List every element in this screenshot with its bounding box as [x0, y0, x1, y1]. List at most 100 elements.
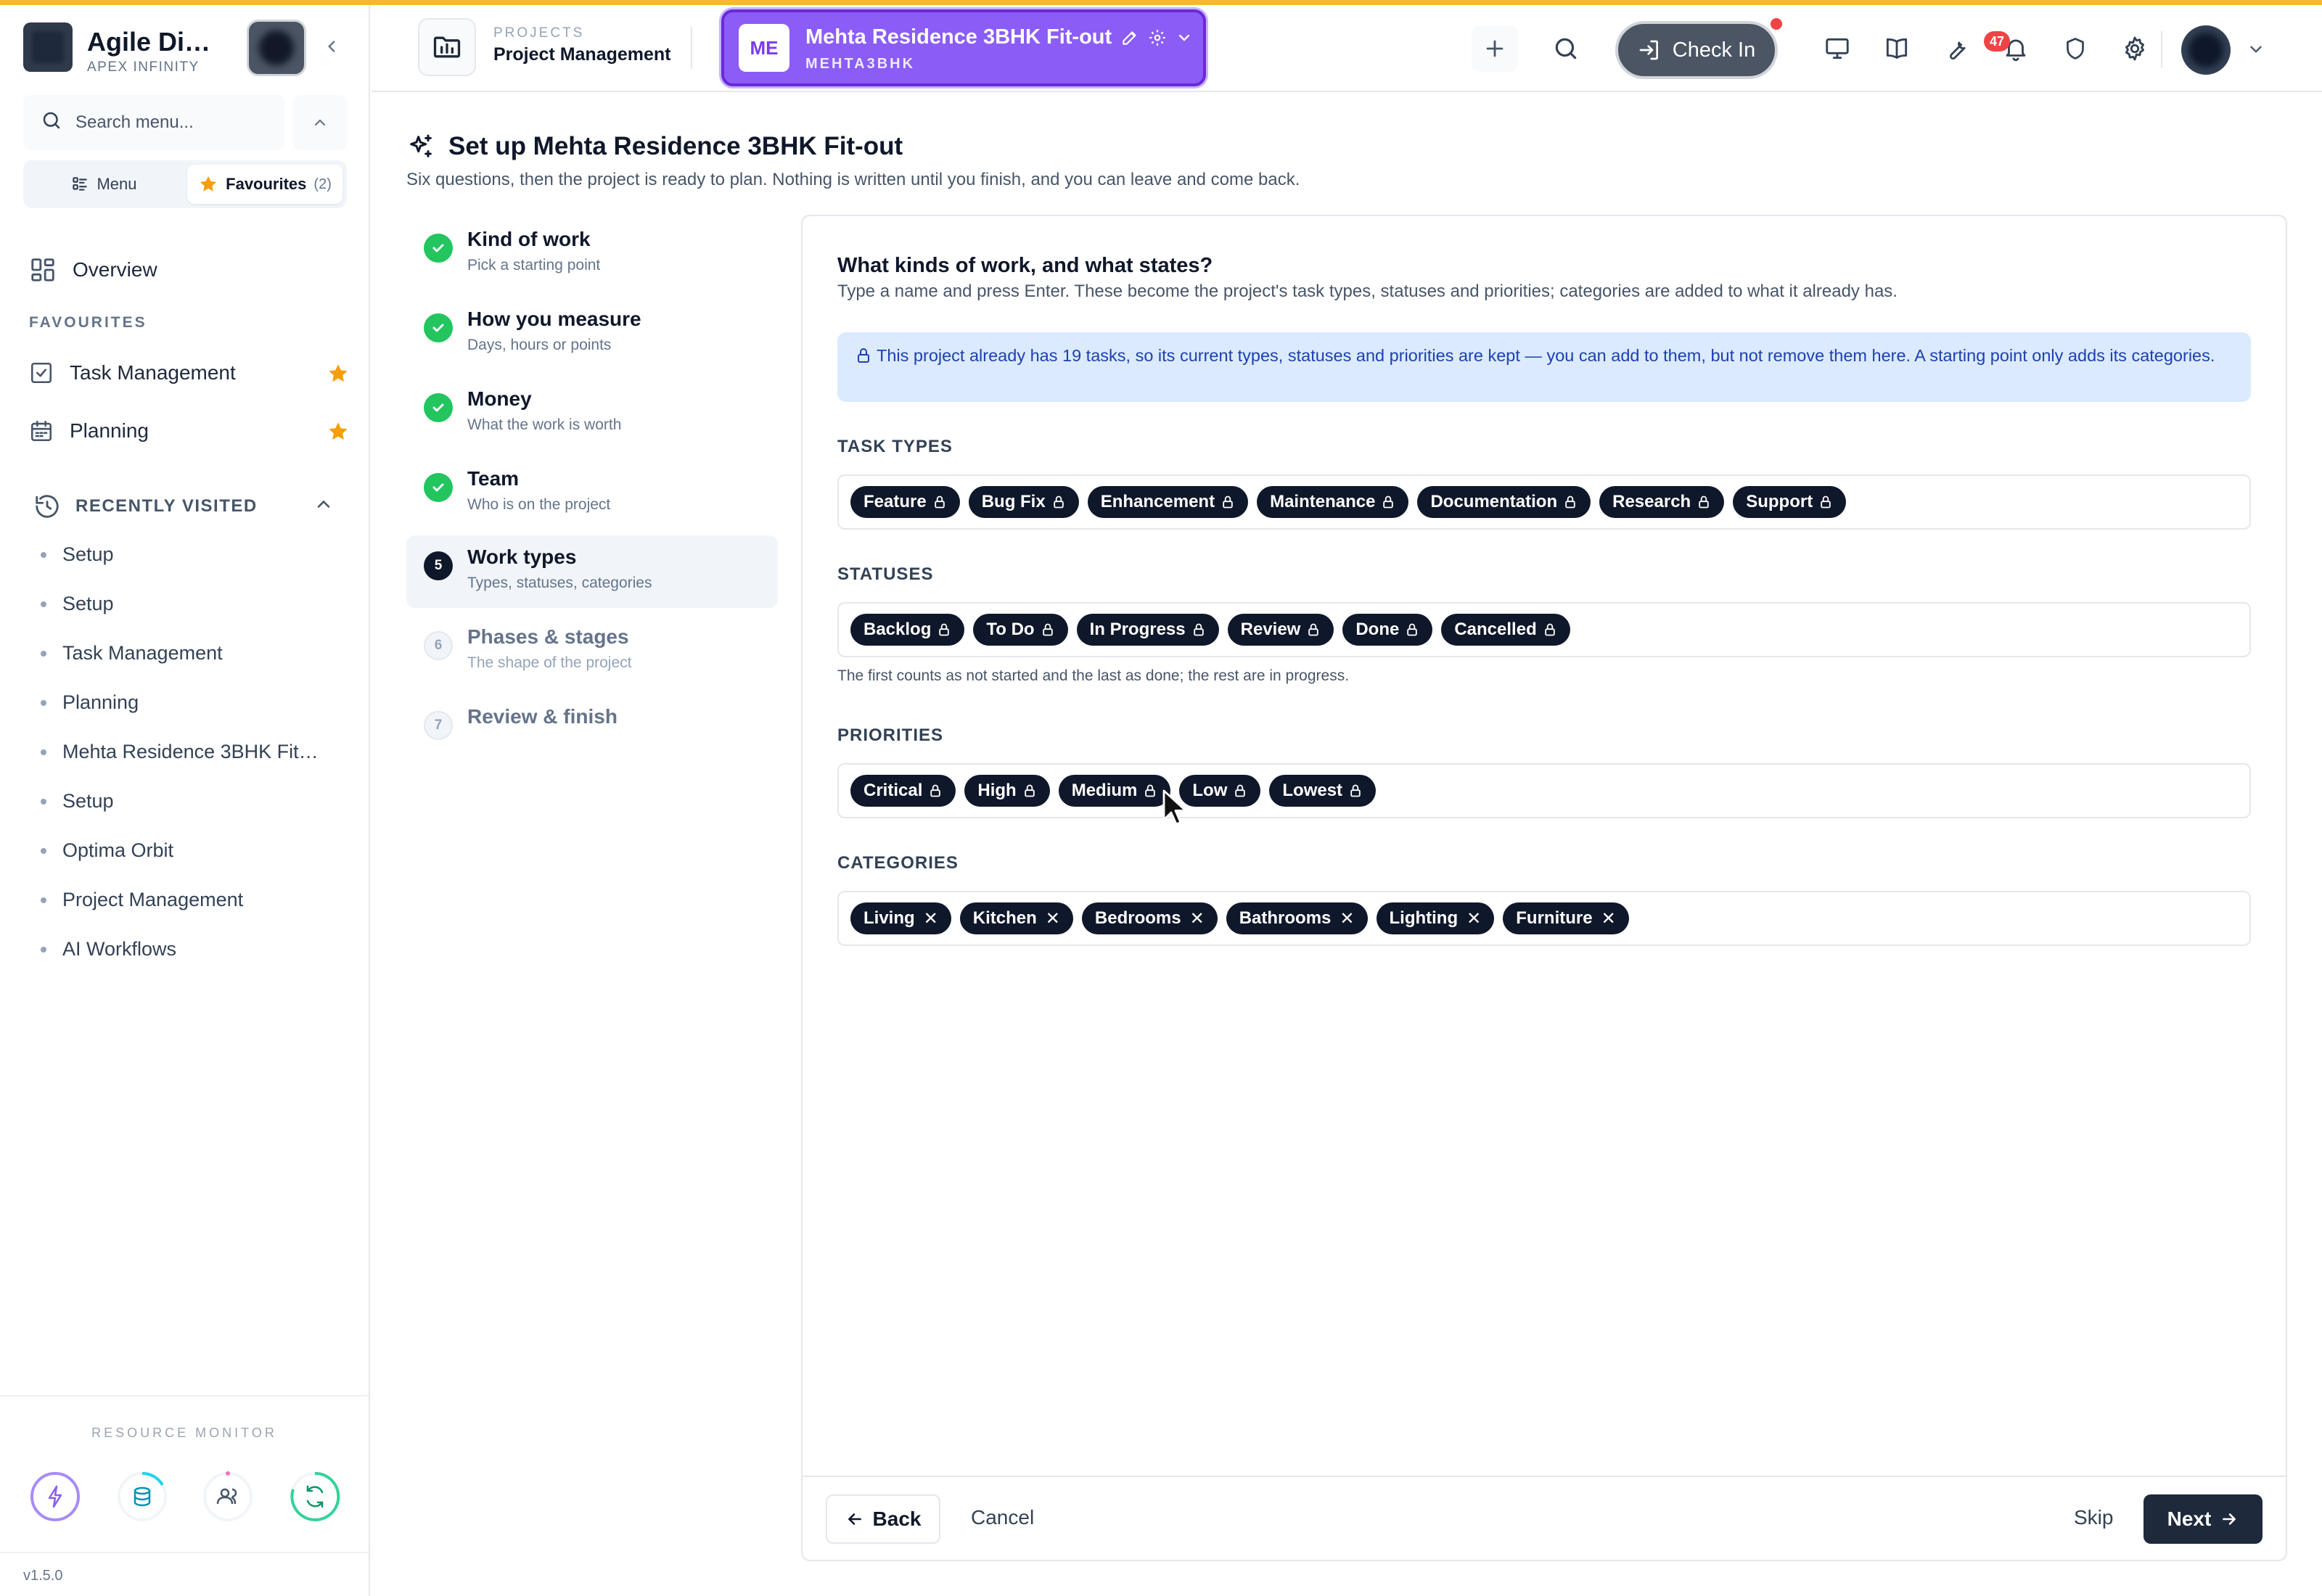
- gear-icon[interactable]: [1148, 28, 1167, 47]
- recent-item[interactable]: Project Management: [41, 889, 243, 911]
- breadcrumb-module[interactable]: Project Management: [493, 44, 671, 65]
- shield-icon[interactable]: [2056, 30, 2094, 67]
- edit-icon[interactable]: [1120, 28, 1139, 47]
- tab-menu[interactable]: Menu: [28, 165, 180, 204]
- projects-icon[interactable]: [418, 18, 476, 76]
- recent-item-label: Setup: [62, 593, 114, 614]
- recent-item[interactable]: Setup: [41, 790, 114, 813]
- close-icon[interactable]: ✕: [924, 908, 938, 929]
- wizard-step-review-finish[interactable]: 7 Review & finish: [406, 695, 778, 768]
- close-icon[interactable]: ✕: [1046, 908, 1060, 929]
- wizard-step-kind-of-work[interactable]: Kind of work Pick a starting point: [406, 218, 778, 290]
- tab-menu-label: Menu: [97, 175, 137, 193]
- step-subtitle: Types, statuses, categories: [467, 575, 652, 591]
- question-title: What kinds of work, and what states?: [837, 254, 1213, 277]
- project-switcher[interactable]: ME Mehta Residence 3BHK Fit-out MEHTA3BH…: [721, 9, 1206, 86]
- task-types-field[interactable]: Feature Bug Fix Enhancement Maintenance Docu…: [837, 474, 2251, 530]
- tag-chip: Lowest: [1269, 775, 1377, 807]
- recently-visited-toggle[interactable]: RECENTLY VISITED: [33, 493, 334, 520]
- search-icon: [41, 110, 62, 135]
- workspace-avatar[interactable]: [247, 20, 306, 76]
- statuses-hint: The first counts as not started and the …: [837, 667, 1350, 684]
- wizard-step-phases-stages[interactable]: 6 Phases & stages The shape of the proje…: [406, 615, 778, 688]
- lock-icon: [1233, 783, 1247, 798]
- recent-item[interactable]: Mehta Residence 3BHK Fit…: [41, 741, 319, 763]
- sidebar-item-planning[interactable]: Planning: [29, 419, 350, 443]
- gear-icon[interactable]: [2116, 30, 2154, 67]
- sidebar-item-task-management[interactable]: Task Management: [29, 361, 350, 385]
- search-icon[interactable]: [1547, 30, 1585, 67]
- top-accent-line: [0, 0, 2322, 5]
- recent-item[interactable]: Setup: [41, 593, 114, 615]
- plus-icon: [1486, 40, 1503, 57]
- recent-item[interactable]: Planning: [41, 691, 139, 714]
- sidebar: Agile Di… APEX INFINITY Search menu... M…: [0, 5, 370, 1596]
- sidebar-item-overview[interactable]: Overview: [29, 256, 157, 284]
- recent-item[interactable]: AI Workflows: [41, 938, 176, 961]
- tag-chip[interactable]: Kitchen ✕: [959, 902, 1073, 934]
- tag-chip: Maintenance: [1257, 486, 1409, 518]
- recent-item[interactable]: Task Management: [41, 642, 223, 665]
- tag-chip-label: Bedrooms: [1094, 908, 1181, 928]
- cpu-monitor[interactable]: [29, 1470, 81, 1523]
- priorities-label: PRIORITIES: [837, 725, 944, 745]
- collapse-sidebar-icon[interactable]: [322, 37, 341, 60]
- recent-item[interactable]: Optima Orbit: [41, 839, 173, 862]
- chevron-down-icon[interactable]: [1176, 29, 1193, 46]
- monitor-icon[interactable]: [1818, 30, 1856, 67]
- check-in-button[interactable]: Check In: [1615, 21, 1778, 79]
- tag-chip[interactable]: Living ✕: [850, 902, 951, 934]
- tag-chip-label: To Do: [986, 620, 1035, 639]
- search-menu-input[interactable]: Search menu...: [23, 95, 284, 150]
- close-icon[interactable]: ✕: [1340, 908, 1354, 929]
- wizard-step-money[interactable]: Money What the work is worth: [406, 377, 778, 450]
- wizard-step-team[interactable]: Team Who is on the project: [406, 457, 778, 530]
- lock-icon: [1041, 622, 1055, 637]
- step-title: Phases & stages: [467, 625, 629, 648]
- star-icon[interactable]: [327, 420, 350, 443]
- categories-field[interactable]: Living ✕ Kitchen ✕ Bedrooms ✕ Bathrooms ✕ Lighti…: [837, 891, 2251, 946]
- recent-item-label: Optima Orbit: [62, 839, 174, 861]
- tag-chip[interactable]: Bathrooms ✕: [1226, 902, 1368, 934]
- star-icon[interactable]: [327, 362, 350, 385]
- page-title-text: Set up Mehta Residence 3BHK Fit-out: [448, 132, 903, 160]
- chevron-down-icon[interactable]: [2247, 40, 2265, 62]
- categories-label: CATEGORIES: [837, 853, 959, 873]
- app-version: v1.5.0: [23, 1568, 63, 1584]
- cancel-button[interactable]: Cancel: [971, 1506, 1034, 1529]
- sparkles-icon: [410, 134, 432, 157]
- statuses-field[interactable]: Backlog To Do In Progress Review Done Cancell…: [837, 602, 2251, 657]
- user-avatar[interactable]: [2181, 25, 2231, 75]
- tag-chip-label: Done: [1355, 620, 1400, 639]
- book-icon[interactable]: [1878, 30, 1916, 67]
- recent-item[interactable]: Setup: [41, 543, 114, 566]
- add-button[interactable]: [1472, 25, 1518, 72]
- users-monitor[interactable]: [202, 1470, 254, 1523]
- close-icon[interactable]: ✕: [1190, 908, 1205, 929]
- tag-chip-label: Furniture: [1516, 908, 1593, 928]
- wrench-icon[interactable]: [1937, 30, 1975, 67]
- tag-chip[interactable]: Bedrooms ✕: [1081, 902, 1218, 934]
- task-types-label: TASK TYPES: [837, 437, 953, 456]
- lock-icon: [1221, 495, 1235, 509]
- tag-chip[interactable]: Lighting ✕: [1376, 902, 1495, 934]
- next-button[interactable]: Next: [2143, 1494, 2262, 1544]
- step-title: Work types: [467, 546, 577, 568]
- tag-chip-label: Living: [863, 908, 915, 928]
- skip-button[interactable]: Skip: [2074, 1506, 2113, 1529]
- step-subtitle: The shape of the project: [467, 654, 632, 671]
- sync-monitor[interactable]: [289, 1470, 341, 1523]
- close-icon[interactable]: ✕: [1601, 908, 1616, 929]
- wizard-step-work-types[interactable]: 5 Work types Types, statuses, categories: [406, 535, 778, 608]
- priorities-field[interactable]: Critical High Medium Low Lowest: [837, 763, 2251, 818]
- search-toggle-button[interactable]: [293, 95, 347, 150]
- database-monitor[interactable]: [116, 1470, 168, 1523]
- info-banner: This project already has 19 tasks, so it…: [837, 332, 2251, 402]
- back-button[interactable]: Back: [826, 1494, 940, 1544]
- wizard-step-how-you-measure[interactable]: How you measure Days, hours or points: [406, 297, 778, 370]
- close-icon[interactable]: ✕: [1466, 908, 1481, 929]
- lock-icon: [1563, 495, 1578, 509]
- tag-chip[interactable]: Furniture ✕: [1503, 902, 1629, 934]
- tab-favourites[interactable]: Favourites (2): [187, 165, 342, 204]
- tag-chip-label: Feature: [863, 492, 927, 511]
